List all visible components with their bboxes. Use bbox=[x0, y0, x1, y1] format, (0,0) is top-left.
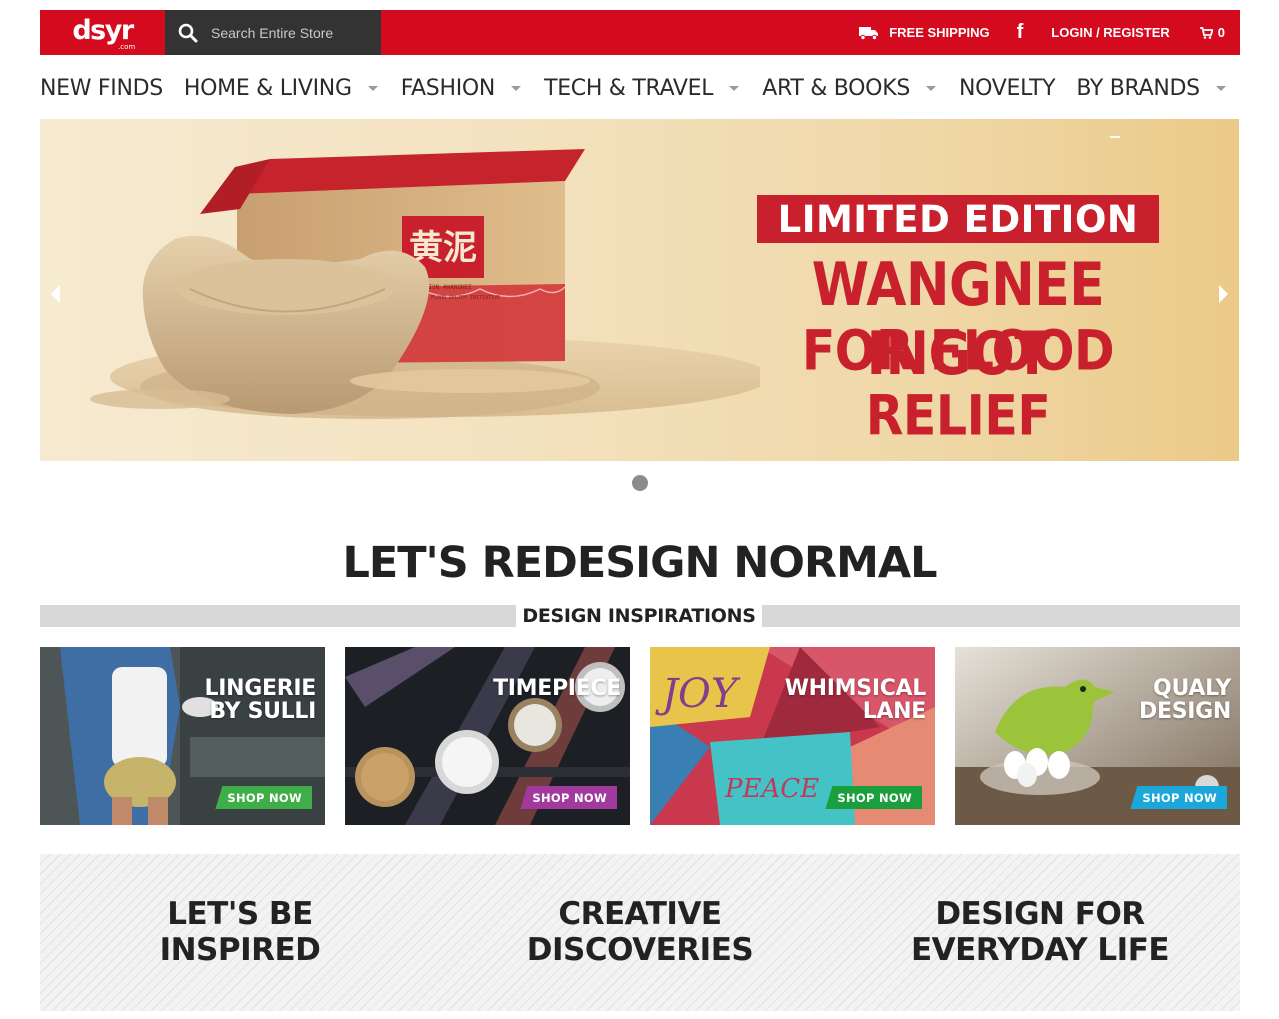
truck-icon bbox=[859, 26, 879, 40]
caret-down-icon bbox=[925, 85, 936, 91]
caret-down-icon bbox=[367, 85, 378, 91]
hero-banner[interactable]: 黄泥 MISSION #WANGNEE A NAGA DOB CHY FLOOD… bbox=[40, 119, 1239, 461]
tile-title: LINGERIE BY SULLI bbox=[204, 676, 317, 724]
tile-title: QUALY DESIGN bbox=[1139, 676, 1231, 724]
carousel-next-arrow-icon[interactable] bbox=[1213, 282, 1233, 306]
nav-item-by-brands[interactable]: BY BRANDS bbox=[1076, 76, 1228, 101]
nav-item-novelty[interactable]: NOVELTY bbox=[958, 75, 1056, 101]
logo-text: dsyr bbox=[72, 15, 134, 46]
login-register-link[interactable]: LOGIN / REGISTER bbox=[1051, 25, 1169, 40]
nav-item-home-living[interactable]: HOME & LIVING bbox=[184, 76, 380, 101]
hero-dash-mark bbox=[1110, 136, 1120, 138]
main-nav: NEW FINDS HOME & LIVING FASHION TECH & T… bbox=[40, 70, 1249, 106]
shop-now-button[interactable]: SHOP NOW bbox=[1130, 786, 1227, 809]
top-bar: dsyr .com FREE SHIPPING f LOGIN / REGIST… bbox=[40, 10, 1240, 55]
cart-link[interactable]: 0 bbox=[1199, 25, 1225, 40]
search-input[interactable] bbox=[211, 24, 371, 41]
cart-icon bbox=[1199, 26, 1213, 39]
hero-product-image: 黄泥 MISSION #WANGNEE A NAGA DOB CHY FLOOD… bbox=[90, 149, 760, 419]
caret-down-icon bbox=[729, 85, 740, 91]
tile-title: WHIMSICAL LANE bbox=[784, 676, 927, 724]
nav-item-label: HOME & LIVING bbox=[183, 75, 352, 101]
shop-now-button[interactable]: SHOP NOW bbox=[825, 786, 922, 809]
svg-text:PEACE: PEACE bbox=[724, 774, 819, 804]
search-icon[interactable] bbox=[165, 10, 211, 55]
caret-down-icon bbox=[511, 85, 522, 91]
nav-item-tech-travel[interactable]: TECH & TRAVEL bbox=[544, 76, 741, 101]
nav-item-label: NEW FINDS bbox=[40, 75, 163, 101]
hero-limited-edition: LIMITED EDITION bbox=[757, 195, 1159, 243]
shop-now-button[interactable]: SHOP NOW bbox=[520, 786, 617, 809]
carousel-prev-arrow-icon[interactable] bbox=[46, 282, 66, 306]
feature-everyday-life: DESIGN FOR EVERYDAY LIFE bbox=[910, 896, 1170, 968]
tile-whimsical-lane[interactable]: JOY PEACE WHIMSICAL LANE SHOP NOW bbox=[650, 647, 935, 825]
nav-item-label: TECH & TRAVEL bbox=[544, 75, 714, 101]
feature-inspired: LET'S BE INSPIRED bbox=[159, 896, 321, 968]
top-links: FREE SHIPPING f LOGIN / REGISTER 0 bbox=[859, 10, 1225, 55]
nav-item-label: BY BRANDS bbox=[1076, 75, 1200, 101]
nav-item-label: NOVELTY bbox=[958, 75, 1056, 101]
carousel-dot[interactable] bbox=[632, 475, 648, 491]
feature-discoveries: CREATIVE DISCOVERIES bbox=[526, 896, 754, 968]
caret-down-icon bbox=[1215, 85, 1226, 91]
logo[interactable]: dsyr .com bbox=[40, 10, 165, 55]
svg-text:JOY: JOY bbox=[655, 671, 741, 717]
tile-lingerie[interactable]: LINGERIE BY SULLI SHOP NOW bbox=[40, 647, 325, 825]
tile-timepiece[interactable]: TIMEPIECE SHOP NOW bbox=[345, 647, 630, 825]
free-shipping-label: FREE SHIPPING bbox=[889, 25, 990, 40]
tile-qualy-design[interactable]: QUALY DESIGN SHOP NOW bbox=[955, 647, 1240, 825]
free-shipping-link[interactable]: FREE SHIPPING bbox=[859, 25, 990, 40]
shop-now-button[interactable]: SHOP NOW bbox=[215, 786, 312, 809]
nav-item-label: FASHION bbox=[400, 75, 496, 101]
nav-item-fashion[interactable]: FASHION bbox=[401, 76, 523, 101]
section-headline: LET'S REDESIGN NORMAL bbox=[342, 538, 937, 588]
hero-subtitle: FOR FLOOD RELIEF bbox=[801, 319, 1115, 448]
nav-item-new-finds[interactable]: NEW FINDS bbox=[40, 76, 163, 101]
nav-item-label: ART & BOOKS bbox=[762, 75, 910, 101]
nav-item-art-books[interactable]: ART & BOOKS bbox=[762, 76, 938, 101]
tile-title: TIMEPIECE bbox=[493, 676, 621, 701]
cart-count: 0 bbox=[1217, 25, 1225, 40]
logo-subtext: .com bbox=[118, 43, 136, 51]
section-subheadline: DESIGN INSPIRATIONS bbox=[516, 600, 762, 632]
feature-band: LET'S BE INSPIRED CREATIVE DISCOVERIES D… bbox=[40, 854, 1240, 1011]
search-box bbox=[165, 10, 381, 55]
facebook-icon[interactable]: f bbox=[1017, 21, 1024, 44]
